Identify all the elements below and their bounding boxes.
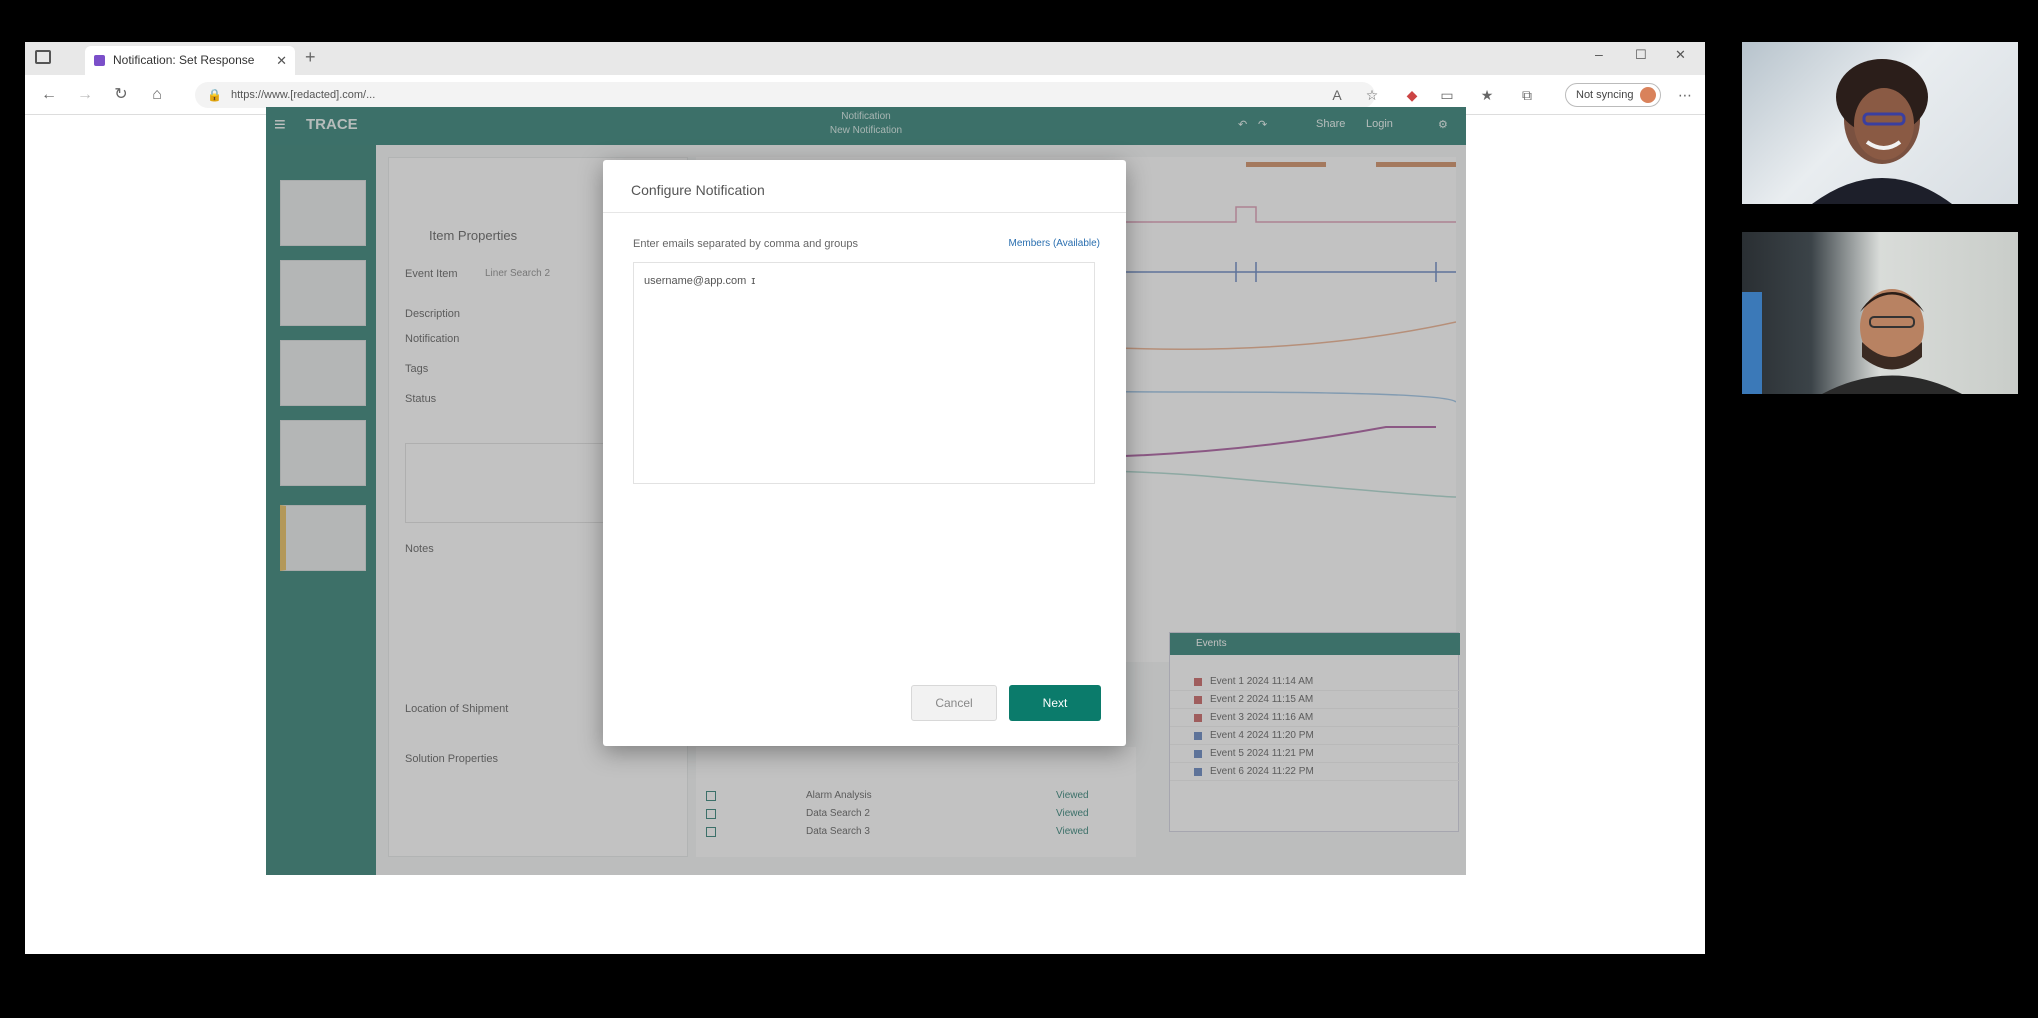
recipients-value: username@app.com: [644, 275, 747, 287]
favorite-icon[interactable]: ☆: [1360, 83, 1384, 107]
dialog-divider: [603, 212, 1126, 213]
url-field[interactable]: 🔒 https://www.[redacted].com/...: [195, 82, 1375, 108]
minimize-icon[interactable]: –: [1595, 46, 1603, 62]
home-icon[interactable]: ⌂: [145, 83, 169, 107]
participant-video-1[interactable]: [1742, 42, 2018, 204]
maximize-icon[interactable]: ☐: [1635, 47, 1647, 63]
tab-favicon-icon: [94, 55, 105, 66]
cancel-button[interactable]: Cancel: [911, 685, 997, 721]
dialog-title: Configure Notification: [631, 182, 765, 198]
window-menu-icon[interactable]: [35, 50, 51, 64]
avatar: [1640, 87, 1656, 103]
close-window-icon[interactable]: ✕: [1675, 47, 1686, 63]
favorites-bar-icon[interactable]: ★: [1475, 83, 1499, 107]
tab-bar: Notification: Set Response ✕ + – ☐ ✕: [25, 42, 1705, 75]
refresh-icon[interactable]: ↻: [109, 83, 133, 107]
new-tab-icon[interactable]: +: [305, 47, 316, 68]
profile-button[interactable]: Not syncing: [1565, 83, 1661, 107]
tab-title: Notification: Set Response: [113, 53, 255, 67]
recipients-label: Enter emails separated by comma and grou…: [633, 238, 859, 250]
browser-tab[interactable]: Notification: Set Response ✕: [85, 46, 295, 75]
profile-label: Not syncing: [1576, 89, 1634, 101]
url-text: https://www.[redacted].com/...: [231, 89, 376, 101]
members-link[interactable]: Members (Available): [1008, 238, 1100, 249]
page-footer-area: [266, 875, 1466, 954]
participant-1-image: [1812, 59, 1952, 204]
lock-icon: 🔒: [207, 88, 222, 102]
participant-video-2[interactable]: [1742, 232, 2018, 394]
text-cursor-icon: ɪ: [751, 275, 756, 287]
more-menu-icon[interactable]: ⋯: [1673, 83, 1697, 107]
extension-icon[interactable]: ◆: [1400, 83, 1424, 107]
back-icon[interactable]: ←: [37, 83, 61, 107]
split-screen-icon[interactable]: ▭: [1435, 83, 1459, 107]
next-button[interactable]: Next: [1009, 685, 1101, 721]
collections-icon[interactable]: ⧉: [1515, 83, 1539, 107]
configure-notification-dialog: Configure Notification Enter emails sepa…: [603, 160, 1126, 746]
read-aloud-icon[interactable]: A: [1325, 83, 1349, 107]
close-tab-icon[interactable]: ✕: [276, 46, 287, 75]
recipients-textarea[interactable]: username@app.com ɪ: [633, 262, 1095, 484]
participant-2-image: [1742, 289, 1962, 394]
forward-icon[interactable]: →: [73, 83, 97, 107]
